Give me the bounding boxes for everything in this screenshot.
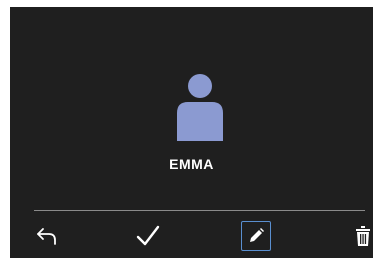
profile-screen: EMMA <box>10 7 373 258</box>
profile-name: EMMA <box>169 156 214 172</box>
trash-icon <box>356 226 370 246</box>
pencil-icon <box>250 228 264 242</box>
checkmark-icon <box>136 225 160 246</box>
delete-button[interactable] <box>346 221 380 251</box>
person-icon <box>177 74 223 141</box>
divider <box>34 210 365 211</box>
confirm-button[interactable] <box>131 221 165 251</box>
back-arrow-icon <box>37 228 56 245</box>
back-button[interactable] <box>30 221 64 251</box>
edit-button[interactable] <box>241 221 271 251</box>
